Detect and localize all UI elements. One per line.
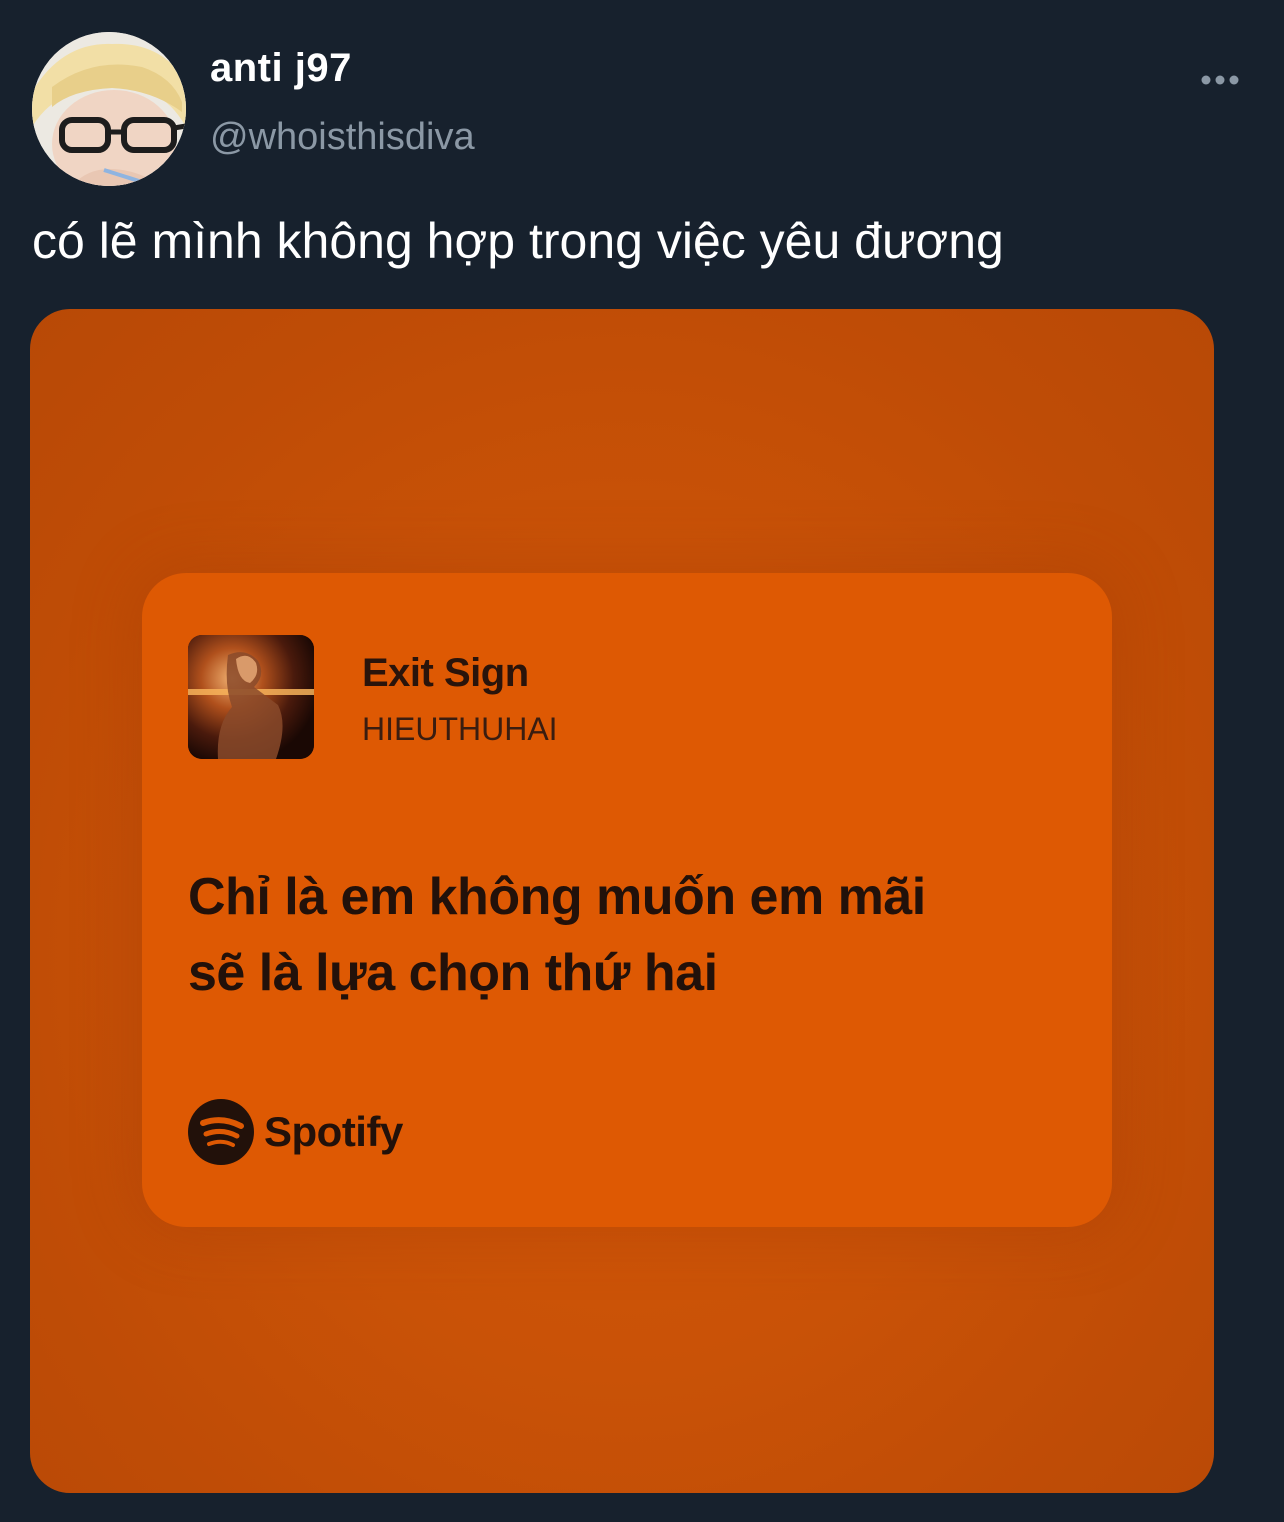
- album-cover-art: [188, 635, 314, 759]
- avatar-image: [32, 32, 186, 186]
- tweet-view: anti j97 @whoisthisdiva có lẽ mình không…: [0, 0, 1284, 1522]
- spotify-brand: Spotify: [188, 1099, 403, 1165]
- lyrics-text: Chỉ là em không muốn em mãi sẽ là lựa ch…: [188, 859, 1068, 1011]
- spotify-wordmark: Spotify: [264, 1108, 403, 1155]
- tweet-text: có lẽ mình không hợp trong việc yêu đươn…: [32, 213, 1004, 269]
- author-display-name[interactable]: anti j97: [210, 46, 352, 91]
- album-cover: [188, 635, 314, 759]
- song-title: Exit Sign: [362, 651, 529, 695]
- lyrics-card: Exit Sign HIEUTHUHAI Chỉ là em không muố…: [142, 573, 1112, 1227]
- spotify-logo-icon: [188, 1099, 254, 1165]
- lyric-line: Chỉ là em không muốn em mãi: [188, 868, 926, 926]
- lyric-line: sẽ là lựa chọn thứ hai: [188, 944, 718, 1002]
- more-options-button[interactable]: [1196, 62, 1246, 98]
- avatar[interactable]: [32, 32, 186, 186]
- artist-name: HIEUTHUHAI: [362, 711, 558, 747]
- author-handle[interactable]: @whoisthisdiva: [210, 116, 475, 159]
- tweet-media-image[interactable]: Exit Sign HIEUTHUHAI Chỉ là em không muố…: [30, 309, 1214, 1493]
- more-horizontal-icon: [1201, 75, 1239, 85]
